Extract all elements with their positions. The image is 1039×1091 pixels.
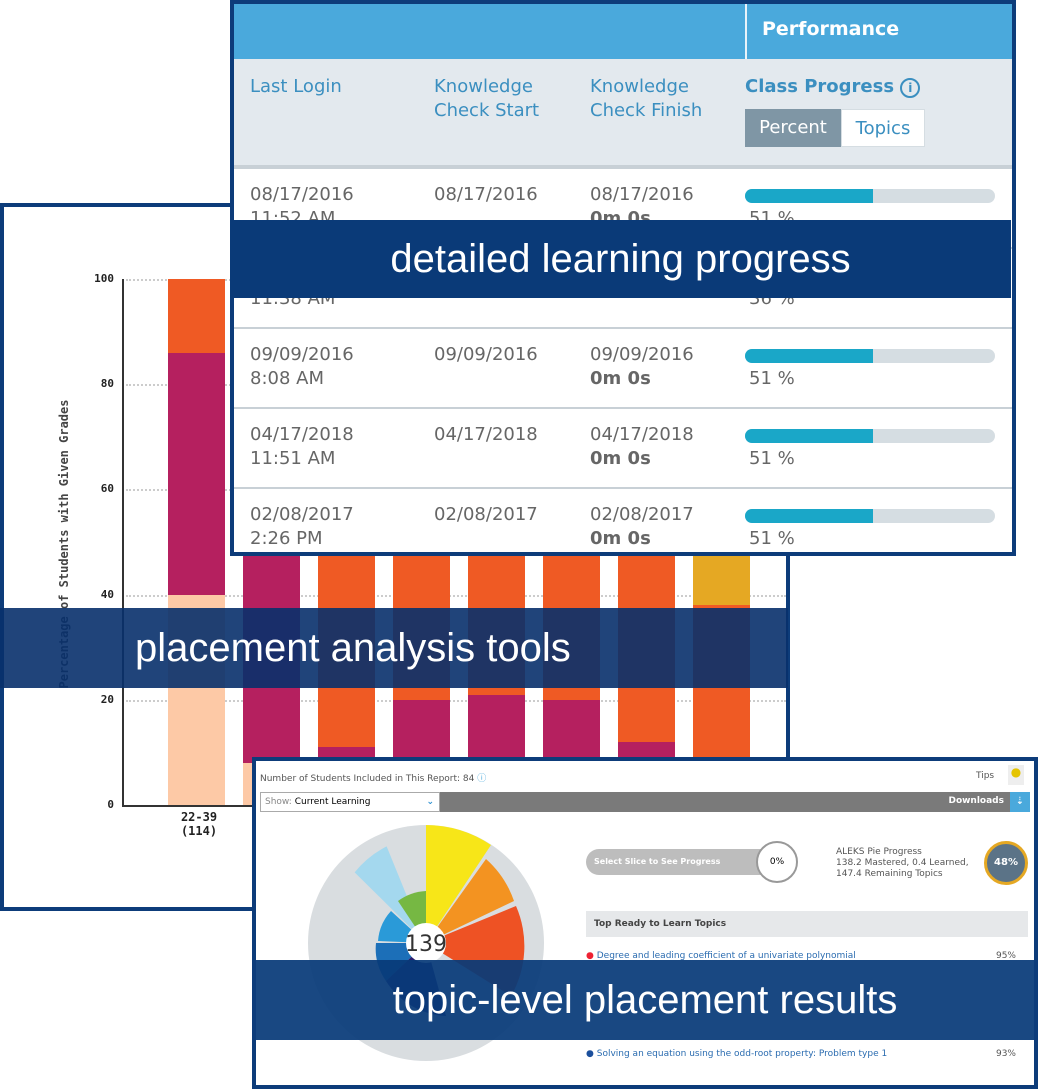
login-time: 8:08 AM <box>250 368 324 389</box>
topic-name[interactable]: Solving an equation using the odd-root p… <box>597 1049 887 1059</box>
students-count-text: Number of Students Included in This Repo… <box>260 774 475 784</box>
lightbulb-icon[interactable]: ● <box>1008 765 1024 785</box>
gridline <box>126 594 786 597</box>
y-tick-label: 20 <box>100 692 114 706</box>
progress-bar <box>745 189 995 203</box>
login-date: 02/08/2017 <box>250 504 354 525</box>
progress-bar <box>745 509 995 523</box>
kc-finish: 09/09/2016 0m 0s <box>590 343 694 391</box>
class-progress-label: Class Progress <box>745 76 895 97</box>
y-axis <box>122 279 124 807</box>
toolbar: Downloads ⇣ <box>440 792 1030 812</box>
finish-date: 09/09/2016 <box>590 344 694 365</box>
progress-bar <box>745 429 995 443</box>
pie-progress-summary: ALEKS Pie Progress 138.2 Mastered, 0.4 Le… <box>836 847 969 880</box>
percent-toggle[interactable]: Percent <box>745 109 841 147</box>
finish-date: 04/17/2018 <box>590 424 694 445</box>
y-tick-label: 0 <box>107 798 114 811</box>
topics-header: Top Ready to Learn Topics <box>586 911 1028 937</box>
kc-start: 09/09/2016 <box>434 344 538 365</box>
kc-start: 08/17/2016 <box>434 184 538 205</box>
last-login: 02/08/2017 2:26 PM <box>250 503 354 551</box>
pie-progress-line: 138.2 Mastered, 0.4 Learned, <box>836 858 969 868</box>
table-row[interactable]: 02/08/2017 2:26 PM 02/08/2017 02/08/2017 0… <box>234 487 1012 552</box>
y-tick-label: 40 <box>100 587 114 601</box>
login-time: 2:26 PM <box>250 528 323 549</box>
x-tick-count: (114) <box>180 824 218 838</box>
duration: 0m 0s <box>590 448 651 469</box>
chevron-down-icon: ⌄ <box>426 797 434 807</box>
banner-topic: topic-level placement results <box>256 960 1034 1040</box>
download-icon[interactable]: ⇣ <box>1010 792 1030 812</box>
pie-progress-title: ALEKS Pie Progress <box>836 847 922 857</box>
col-kc-finish[interactable]: Knowledge Check Finish <box>590 75 725 123</box>
pie-progress-line: 147.4 Remaining Topics <box>836 869 943 879</box>
finish-date: 08/17/2016 <box>590 184 694 205</box>
kc-finish: 02/08/2017 0m 0s <box>590 503 694 551</box>
duration: 0m 0s <box>590 528 651 549</box>
table-row[interactable]: 09/09/2016 8:08 AM 09/09/2016 09/09/2016 0… <box>234 327 1012 407</box>
aleks-pie[interactable]: 139 <box>306 821 546 1089</box>
login-date: 08/17/2016 <box>250 184 354 205</box>
progress-percent: 51 % <box>749 448 795 469</box>
table-group-header: Performance <box>234 4 1012 59</box>
column-headers: Last Login Knowledge Check Start Knowled… <box>234 59 1012 167</box>
kc-start: 02/08/2017 <box>434 504 538 525</box>
y-tick-label: 80 <box>100 377 114 391</box>
login-date: 04/17/2018 <box>250 424 354 445</box>
col-last-login[interactable]: Last Login <box>250 75 342 99</box>
show-dropdown[interactable]: Show: Current Learning ⌄ <box>260 792 440 812</box>
bullet-icon: ● <box>586 1049 594 1059</box>
info-icon[interactable]: i <box>900 78 921 98</box>
pie-center-count: 139 <box>405 932 447 957</box>
performance-header: Performance <box>762 18 900 40</box>
y-tick-label: 60 <box>100 482 114 496</box>
last-login: 09/09/2016 8:08 AM <box>250 343 354 391</box>
banner-learning: detailed learning progress <box>230 220 1011 298</box>
pie-progress-gauge: 48% <box>984 841 1028 885</box>
banner-placement: placement analysis tools <box>0 608 788 688</box>
select-slice-bar: Select Slice to See Progress <box>586 849 776 875</box>
performance-divider <box>745 4 747 59</box>
kc-start: 04/17/2018 <box>434 424 538 445</box>
topics-toggle[interactable]: Topics <box>841 109 925 147</box>
y-tick-label: 100 <box>94 272 114 285</box>
login-date: 09/09/2016 <box>250 344 354 365</box>
login-time: 11:51 AM <box>250 448 336 469</box>
bar-segment <box>168 279 225 353</box>
topic-pct: 93% <box>995 1049 1016 1059</box>
tips-label[interactable]: Tips <box>976 771 994 781</box>
table-row[interactable]: 04/17/2018 11:51 AM 04/17/2018 04/17/2018… <box>234 407 1012 487</box>
gridline <box>126 699 786 702</box>
slice-percent: 0% <box>756 841 798 883</box>
info-icon[interactable]: ⓘ <box>477 774 486 784</box>
finish-date: 02/08/2017 <box>590 504 694 525</box>
bar-segment <box>168 352 225 595</box>
topic-item[interactable]: ● Solving an equation using the odd-root… <box>586 1049 1016 1059</box>
col-kc-start[interactable]: Knowledge Check Start <box>434 75 564 123</box>
students-count: Number of Students Included in This Repo… <box>260 771 486 784</box>
show-value: Current Learning <box>294 797 371 807</box>
progress-percent: 51 % <box>749 528 795 549</box>
col-class-progress[interactable]: Class Progress i <box>745 75 921 99</box>
progress-bar <box>745 349 995 363</box>
show-label: Show: <box>265 797 292 807</box>
x-tick-label: 22-39 (114) <box>164 810 234 838</box>
last-login: 04/17/2018 11:51 AM <box>250 423 354 471</box>
duration: 0m 0s <box>590 368 651 389</box>
x-tick-range: 22-39 <box>180 810 218 824</box>
downloads-button[interactable]: Downloads <box>948 796 1004 806</box>
progress-percent: 51 % <box>749 368 795 389</box>
kc-finish: 04/17/2018 0m 0s <box>590 423 694 471</box>
